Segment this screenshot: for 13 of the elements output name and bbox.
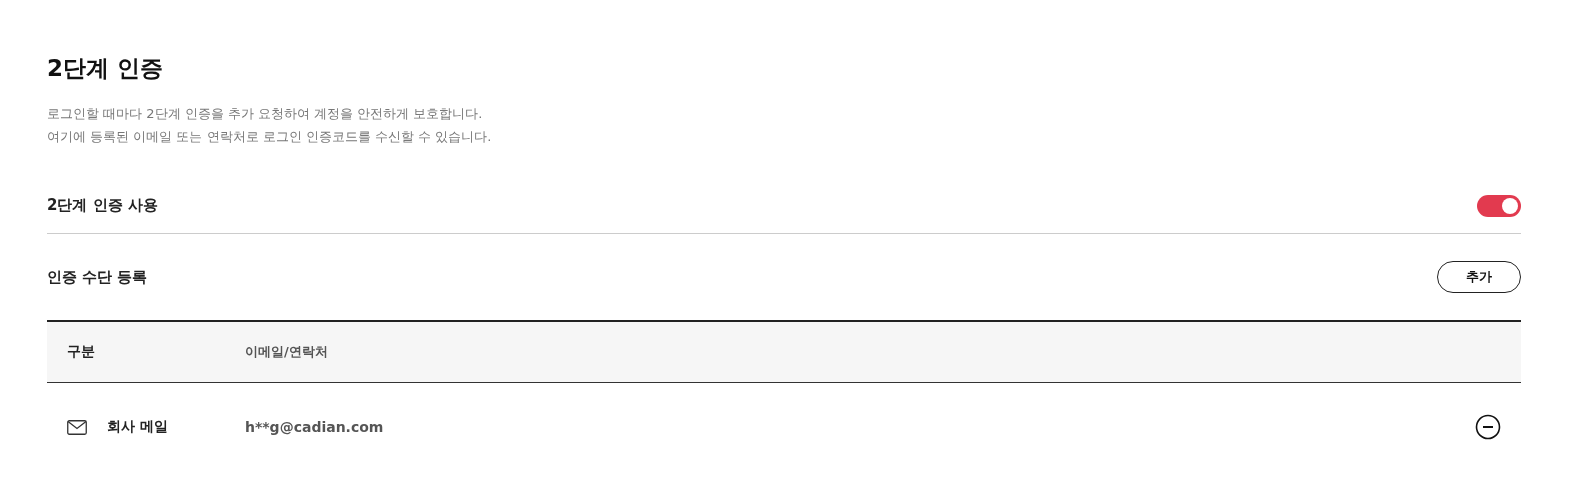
column-header: 구분 bbox=[66, 343, 96, 361]
method-type: 회사 메일 bbox=[107, 418, 168, 436]
page-title: 2단계 인증 bbox=[47, 54, 164, 83]
contact-text: h**g@cadian.com bbox=[245, 419, 385, 435]
description-text: 로그인할 때마다 2단계 인증을 추가 요청하여 계정을 안전하게 보호합니다. bbox=[47, 105, 484, 123]
description-text: 여기에 등록된 이메일 또는 연락처로 로그인 인증코드를 수신할 수 있습니다. bbox=[47, 128, 493, 146]
column-header: 이메일/연락처 bbox=[245, 343, 328, 361]
toggle-switch[interactable] bbox=[1477, 194, 1521, 217]
add-button[interactable]: 추가 bbox=[1437, 261, 1521, 293]
setting-label: 2단계 인증 사용 bbox=[47, 196, 158, 215]
section-label: 인증 수단 등록 bbox=[47, 267, 148, 287]
envelope-icon bbox=[67, 419, 87, 435]
remove-icon[interactable] bbox=[1475, 414, 1501, 440]
